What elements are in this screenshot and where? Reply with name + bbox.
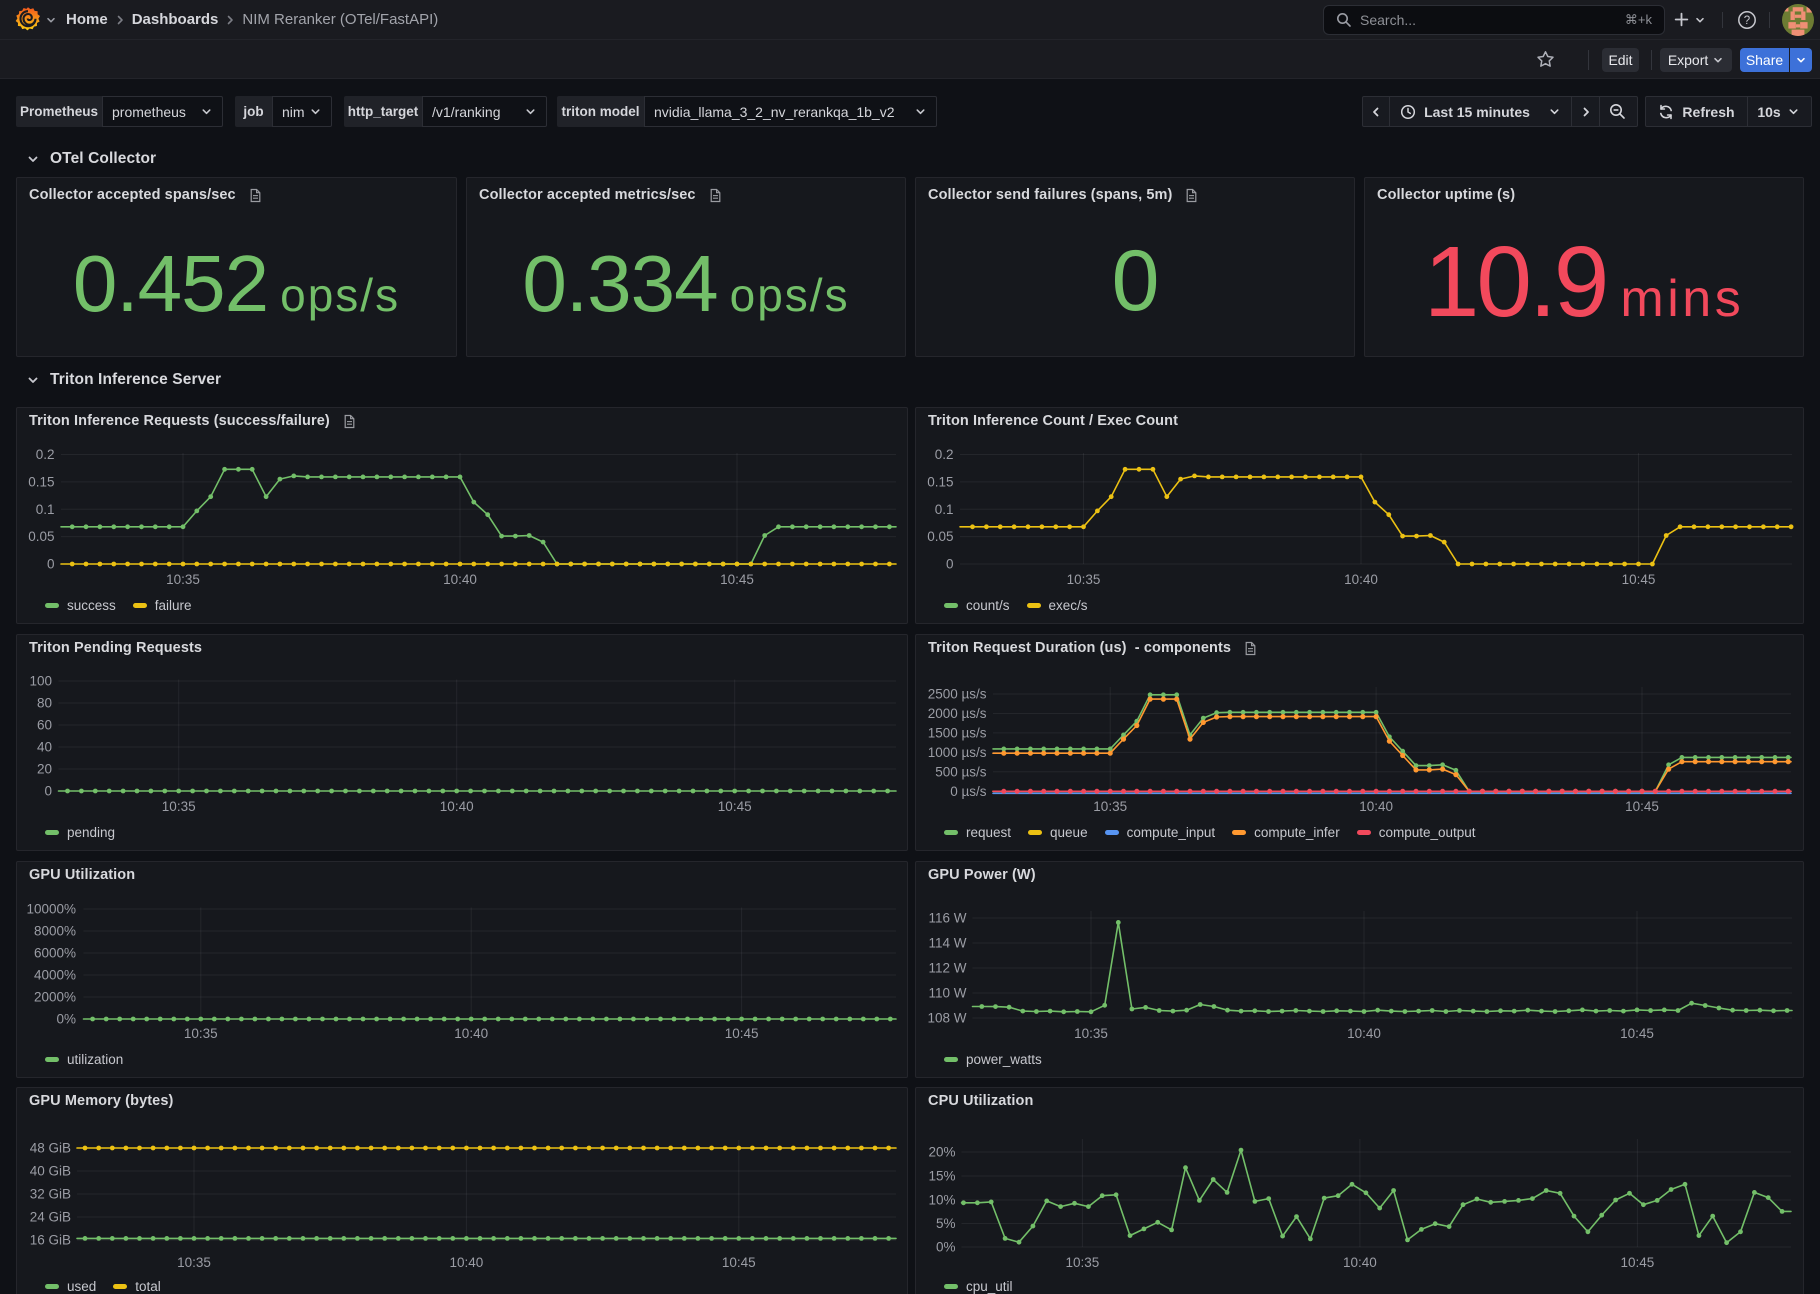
svg-text:2000 µs/s: 2000 µs/s [928,706,987,721]
svg-text:10:40: 10:40 [1343,1255,1377,1270]
svg-text:1500 µs/s: 1500 µs/s [928,725,987,740]
svg-text:10:35: 10:35 [1067,572,1101,587]
svg-text:10:40: 10:40 [450,1255,484,1270]
svg-text:10:45: 10:45 [1622,572,1656,587]
svg-text:40: 40 [37,740,52,755]
svg-text:0.2: 0.2 [935,447,954,462]
svg-text:0.05: 0.05 [28,529,54,544]
svg-text:10:40: 10:40 [440,799,474,814]
svg-text:0.1: 0.1 [935,502,954,517]
svg-text:10:40: 10:40 [1344,572,1378,587]
svg-text:1000 µs/s: 1000 µs/s [928,745,987,760]
svg-text:0: 0 [946,557,954,572]
svg-text:60: 60 [37,718,52,733]
svg-text:0.15: 0.15 [927,474,953,489]
svg-text:0%: 0% [936,1240,956,1255]
svg-text:20%: 20% [928,1145,955,1160]
svg-text:10:35: 10:35 [1074,1026,1108,1041]
svg-text:16 GiB: 16 GiB [30,1233,71,1248]
svg-text:10:45: 10:45 [1621,1255,1655,1270]
svg-text:10:35: 10:35 [1093,799,1127,814]
svg-text:80: 80 [37,696,52,711]
svg-text:40 GiB: 40 GiB [30,1164,71,1179]
svg-text:10%: 10% [928,1193,955,1208]
svg-text:500 µs/s: 500 µs/s [935,764,987,779]
svg-text:48 GiB: 48 GiB [30,1141,71,1156]
svg-text:10:45: 10:45 [720,572,754,587]
svg-text:10:45: 10:45 [722,1255,756,1270]
svg-text:10:45: 10:45 [1620,1026,1654,1041]
svg-text:108 W: 108 W [927,1011,966,1026]
svg-text:10:35: 10:35 [184,1026,218,1041]
svg-text:0.15: 0.15 [28,474,54,489]
svg-text:10000%: 10000% [26,902,76,917]
svg-text:0.2: 0.2 [36,447,55,462]
svg-text:10:35: 10:35 [1066,1255,1100,1270]
svg-text:2000%: 2000% [34,990,76,1005]
svg-text:100: 100 [29,674,52,689]
svg-text:15%: 15% [928,1169,955,1184]
svg-text:32 GiB: 32 GiB [30,1187,71,1202]
svg-text:10:35: 10:35 [162,799,196,814]
svg-text:114 W: 114 W [928,936,966,951]
svg-text:10:40: 10:40 [1359,799,1393,814]
svg-text:10:40: 10:40 [443,572,477,587]
svg-text:5%: 5% [936,1216,956,1231]
svg-text:10:45: 10:45 [1625,799,1659,814]
svg-text:10:35: 10:35 [177,1255,211,1270]
svg-text:112 W: 112 W [928,961,966,976]
svg-text:0: 0 [44,784,52,799]
svg-text:0: 0 [47,557,55,572]
svg-text:10:40: 10:40 [454,1026,488,1041]
svg-text:4000%: 4000% [34,968,76,983]
svg-text:20: 20 [37,762,52,777]
svg-text:0 µs/s: 0 µs/s [950,784,987,799]
svg-text:0%: 0% [56,1012,76,1027]
svg-text:10:45: 10:45 [725,1026,759,1041]
svg-text:?: ? [1744,15,1750,27]
svg-text:24 GiB: 24 GiB [30,1210,71,1225]
svg-text:116 W: 116 W [928,911,966,926]
svg-text:6000%: 6000% [34,946,76,961]
svg-text:2500 µs/s: 2500 µs/s [928,687,987,702]
svg-text:10:45: 10:45 [718,799,752,814]
svg-text:10:35: 10:35 [166,572,200,587]
svg-text:110 W: 110 W [928,986,966,1001]
svg-text:10:40: 10:40 [1347,1026,1381,1041]
svg-text:0.05: 0.05 [927,529,953,544]
svg-text:0.1: 0.1 [36,502,55,517]
svg-text:8000%: 8000% [34,924,76,939]
